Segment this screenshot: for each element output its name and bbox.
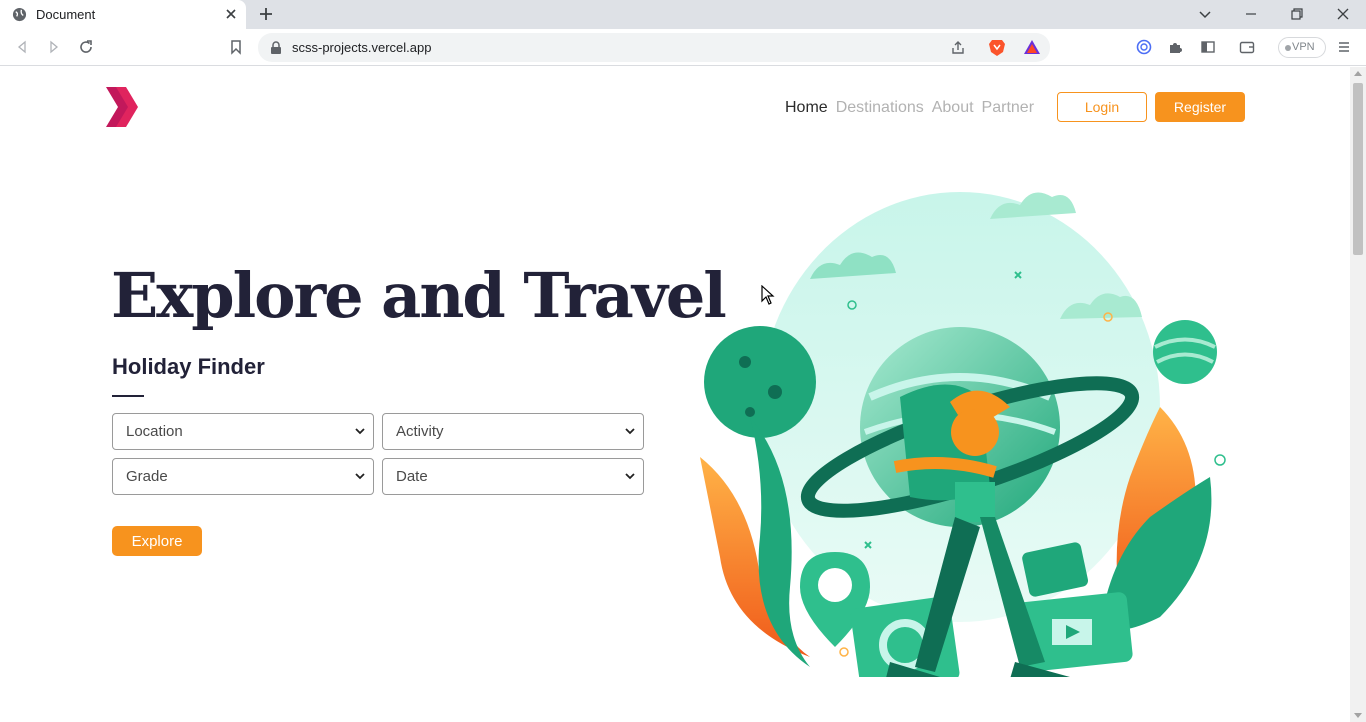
close-window-icon[interactable] xyxy=(1335,6,1351,22)
restore-icon[interactable] xyxy=(1289,6,1305,22)
chevron-down-icon xyxy=(625,428,635,435)
travel-illustration xyxy=(700,192,1226,677)
explore-button[interactable]: Explore xyxy=(112,526,202,556)
main-nav: Home Destinations About Partner xyxy=(785,93,1042,123)
sidebar-icon[interactable] xyxy=(1200,39,1216,55)
page-scrollbar[interactable] xyxy=(1350,67,1366,722)
chevron-down-icon[interactable] xyxy=(1197,6,1213,22)
location-select-value: Location xyxy=(126,423,183,440)
nav-link-home[interactable]: Home xyxy=(785,99,828,117)
scroll-down-arrow-icon[interactable] xyxy=(1354,713,1362,718)
address-bar[interactable]: scss-projects.vercel.app xyxy=(258,33,1050,62)
page-viewport: Home Destinations About Partner Login Re… xyxy=(0,67,1350,722)
grade-select[interactable]: Grade xyxy=(112,458,374,495)
browser-tab[interactable]: Document xyxy=(0,0,246,29)
nav-link-about[interactable]: About xyxy=(932,99,974,117)
logo-icon[interactable] xyxy=(102,85,140,129)
date-select-value: Date xyxy=(396,468,428,485)
close-icon[interactable] xyxy=(224,7,238,21)
puzzle-icon[interactable] xyxy=(1168,39,1184,55)
reload-icon[interactable] xyxy=(78,39,94,55)
globe-icon xyxy=(12,7,27,22)
browser-toolbar: scss-projects.vercel.app VPN xyxy=(0,29,1366,66)
url-text[interactable]: scss-projects.vercel.app xyxy=(292,40,431,55)
forward-icon[interactable] xyxy=(46,39,62,55)
wallet-icon[interactable] xyxy=(1239,39,1255,55)
vpn-status-dot xyxy=(1285,45,1291,51)
scrollbar-thumb[interactable] xyxy=(1353,83,1363,255)
tab-bar: Document xyxy=(0,0,1366,29)
lock-icon[interactable] xyxy=(270,41,282,54)
extension-icon[interactable] xyxy=(1136,39,1152,55)
login-button[interactable]: Login xyxy=(1057,92,1147,122)
rewards-icon[interactable] xyxy=(1023,39,1041,55)
activity-select[interactable]: Activity xyxy=(382,413,644,450)
bookmark-icon[interactable] xyxy=(228,39,244,55)
activity-select-value: Activity xyxy=(396,423,444,440)
menu-icon[interactable] xyxy=(1336,39,1352,55)
chevron-down-icon xyxy=(625,473,635,480)
scroll-up-arrow-icon[interactable] xyxy=(1354,71,1362,76)
hero-title: Explore and Travel xyxy=(111,259,727,332)
heading-underline xyxy=(112,395,144,397)
nav-link-destinations[interactable]: Destinations xyxy=(836,99,924,117)
holiday-finder-heading: Holiday Finder xyxy=(112,354,265,379)
location-select[interactable]: Location xyxy=(112,413,374,450)
chevron-down-icon xyxy=(355,428,365,435)
grade-select-value: Grade xyxy=(126,468,168,485)
vpn-button[interactable]: VPN xyxy=(1278,37,1326,58)
chevron-down-icon xyxy=(355,473,365,480)
plus-icon[interactable] xyxy=(258,6,274,22)
vpn-label: VPN xyxy=(1292,41,1315,53)
tab-title: Document xyxy=(36,7,96,22)
date-select[interactable]: Date xyxy=(382,458,644,495)
share-icon[interactable] xyxy=(950,40,966,56)
minimize-icon[interactable] xyxy=(1243,6,1259,22)
mouse-cursor xyxy=(761,285,775,305)
back-icon[interactable] xyxy=(14,39,30,55)
register-button[interactable]: Register xyxy=(1155,92,1245,122)
brave-icon[interactable] xyxy=(988,38,1006,57)
nav-link-partner[interactable]: Partner xyxy=(982,99,1034,117)
